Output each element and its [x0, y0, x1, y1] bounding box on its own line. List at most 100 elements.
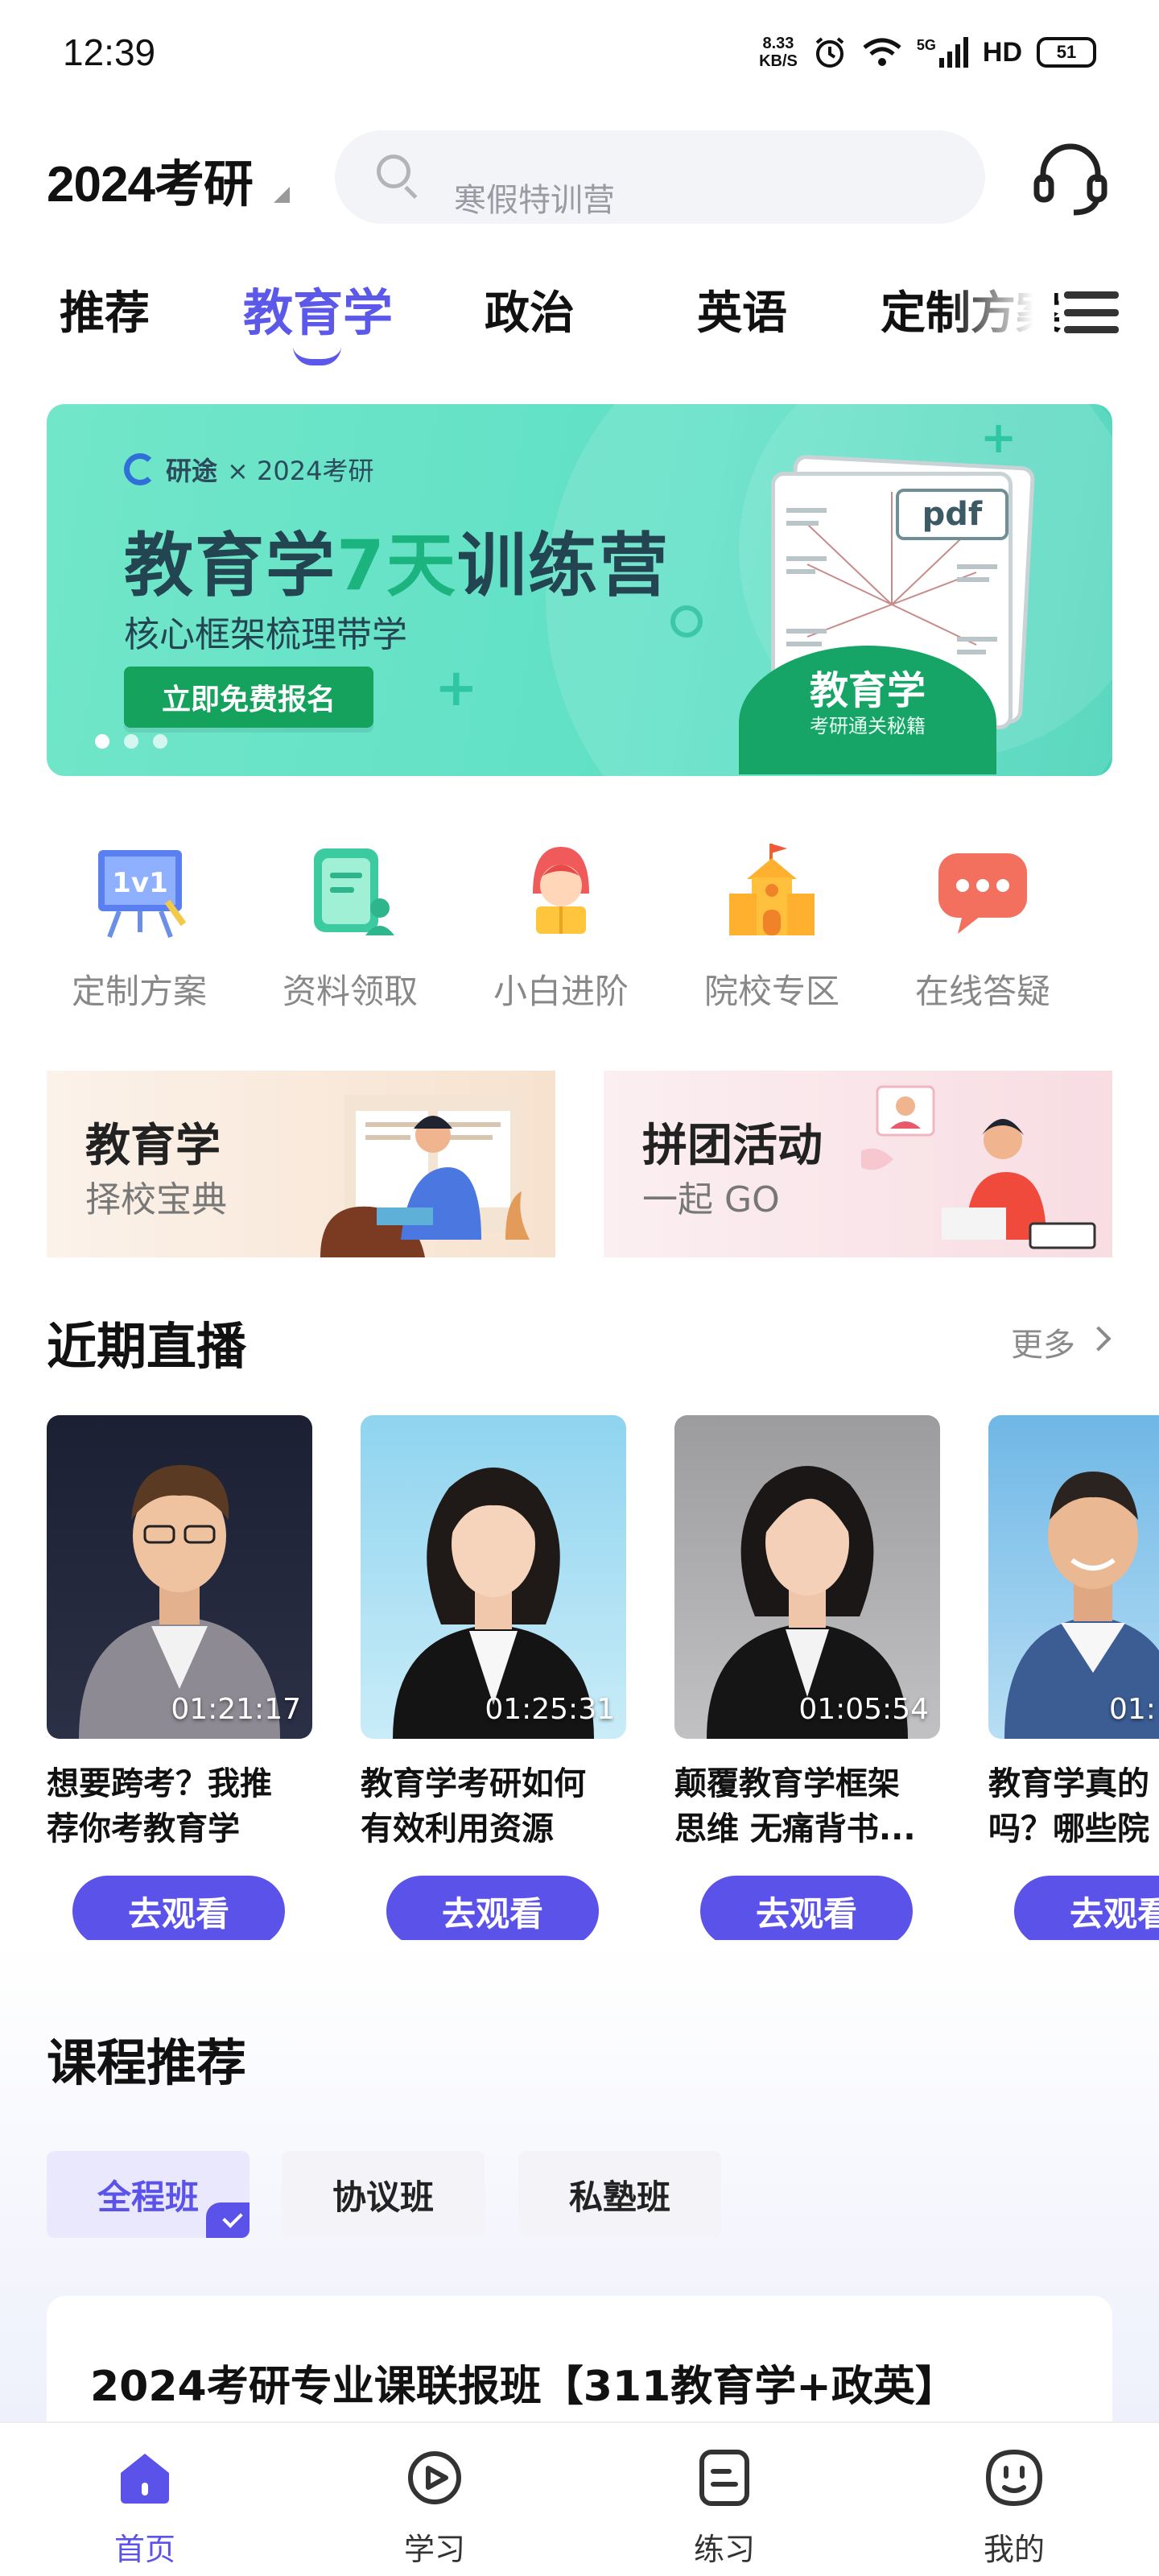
live-duration: 01:25:31	[485, 1693, 615, 1726]
status-time: 12:39	[63, 31, 156, 73]
plus-decoration-icon: +	[980, 412, 1017, 463]
signal-icon	[938, 37, 968, 68]
active-tab-indicator	[293, 346, 341, 365]
svg-text:1v1: 1v1	[112, 867, 167, 899]
tab-politics[interactable]: 政治	[485, 277, 575, 342]
live-card[interactable]: 01: 教育学真的 吗？哪些院 去观看	[988, 1415, 1159, 1963]
nav-label: 练习	[693, 2532, 755, 2567]
book-title: 教育学	[809, 668, 926, 713]
carousel-dot[interactable]	[124, 734, 138, 749]
brand-collab: × 2024考研	[227, 456, 374, 486]
promo-banner[interactable]: 研途 × 2024考研 教育学7天训练营 核心框架梳理带学 立即免费报名 + +…	[47, 404, 1112, 776]
quick-entry-schools[interactable]: 院校专区	[679, 821, 864, 1014]
exercise-doc-icon	[699, 2450, 749, 2506]
live-title-line: 教育学考研如何	[361, 1765, 586, 1802]
carousel-dot[interactable]	[95, 734, 109, 749]
banner-brand: 研途 × 2024考研	[124, 451, 373, 488]
nav-profile[interactable]: 我的	[934, 2423, 1095, 2576]
alarm-icon	[815, 37, 844, 68]
promo-card-school-guide[interactable]: 教育学 择校宝典	[47, 1071, 555, 1257]
banner-title-part2: 训练营	[456, 526, 670, 606]
network-speed-unit: KB/S	[759, 52, 798, 70]
banner-title: 教育学7天训练营	[124, 509, 670, 609]
promo-title: 教育学	[85, 1120, 221, 1172]
whiteboard-1v1-icon: 1v1	[98, 850, 187, 939]
live-title-line: 荐你考教育学	[47, 1810, 240, 1847]
quick-entry-label: 院校专区	[703, 972, 839, 1011]
reading-person-illustration-icon	[320, 1095, 530, 1257]
brand-logo-icon	[124, 453, 156, 485]
course-tab-private[interactable]: 私塾班	[518, 2151, 721, 2238]
nav-label: 我的	[983, 2532, 1045, 2567]
course-title: 2024考研专业课联报班【311教育学+政英】	[90, 2363, 957, 2411]
quick-entry-custom-plan[interactable]: 1v1 定制方案	[47, 821, 232, 1014]
search-placeholder: 寒假特训营	[454, 182, 615, 219]
live-title: 想要跨考？我推 荐你考教育学	[47, 1761, 312, 1852]
course-tab-full[interactable]: 全程班	[47, 2151, 250, 2238]
carousel-dot[interactable]	[153, 734, 167, 749]
promo-subtitle: 择校宝典	[85, 1179, 227, 1220]
tab-education[interactable]: 教育学	[243, 272, 393, 345]
battery-icon: 51	[1037, 37, 1096, 68]
live-thumbnail[interactable]: 01:25:31	[361, 1415, 626, 1739]
tabs-fade-overlay	[950, 266, 1054, 378]
tab-recommend[interactable]: 推荐	[60, 277, 150, 342]
exam-year-selector[interactable]: 2024考研	[47, 143, 254, 216]
watch-button[interactable]: 去观看	[72, 1876, 285, 1946]
live-duration: 01:	[1109, 1693, 1156, 1726]
course-tab-agreement[interactable]: 协议班	[282, 2151, 485, 2238]
course-tab-label: 协议班	[332, 2177, 434, 2217]
quick-entry-label: 小白进阶	[493, 972, 629, 1011]
search-icon	[377, 155, 422, 200]
quick-entry-qa[interactable]: 在线答疑	[890, 821, 1075, 1014]
customer-service-headset-icon[interactable]	[1029, 135, 1112, 219]
live-title-line: 吗？哪些院	[988, 1810, 1149, 1847]
banner-title-highlight: 7天	[336, 526, 457, 606]
chevron-right-icon[interactable]	[1086, 1326, 1112, 1352]
watch-button[interactable]: 去观看	[1014, 1876, 1159, 1946]
book-subtitle: 考研通关秘籍	[810, 715, 926, 737]
nav-practice[interactable]: 练习	[644, 2423, 805, 2576]
live-thumbnail[interactable]: 01:	[988, 1415, 1159, 1739]
nav-label: 学习	[403, 2532, 465, 2567]
course-tab-label: 全程班	[97, 2177, 199, 2217]
group-study-illustration-icon	[861, 1085, 1096, 1249]
play-circle-icon	[408, 2451, 461, 2504]
more-tabs-menu-icon[interactable]	[1064, 285, 1119, 340]
live-title-line: 教育学真的	[988, 1765, 1149, 1802]
network-speed-value: 8.33	[762, 35, 794, 52]
bottom-navigation: 首页 学习 练习 我的	[0, 2421, 1159, 2576]
network-type: 5G	[916, 37, 936, 53]
nav-home[interactable]: 首页	[64, 2423, 225, 2576]
quick-entry-materials[interactable]: 资料领取	[258, 821, 443, 1014]
live-more-link[interactable]: 更多	[1011, 1319, 1075, 1365]
teacher-photo-icon	[393, 1468, 594, 1739]
status-icons: 8.33 KB/S 5G HD 51	[759, 35, 1096, 70]
free-signup-button[interactable]: 立即免费报名	[124, 667, 373, 728]
app-screen: 12:39 8.33 KB/S 5G HD 51 2024考研 寒假特训营 推荐…	[0, 0, 1159, 2576]
promo-card-group-buy[interactable]: 拼团活动 一起 GO	[604, 1071, 1112, 1257]
year-dropdown-caret-icon[interactable]	[274, 187, 290, 203]
watch-button[interactable]: 去观看	[386, 1876, 599, 1946]
live-title: 颠覆教育学框架 思维 无痛背书...	[674, 1761, 940, 1852]
book-ribbon: 教育学 考研通关秘籍	[739, 646, 996, 774]
search-bar[interactable]: 寒假特训营	[335, 130, 985, 224]
banner-subtitle: 核心框架梳理带学	[124, 614, 407, 655]
quick-entry-label: 在线答疑	[914, 972, 1050, 1011]
live-thumbnail[interactable]: 01:21:17	[47, 1415, 312, 1739]
plus-decoration-icon: +	[435, 658, 478, 718]
quick-entry-beginner[interactable]: 小白进阶	[468, 821, 654, 1014]
live-thumbnail[interactable]: 01:05:54	[674, 1415, 940, 1739]
live-title: 教育学真的 吗？哪些院	[988, 1761, 1159, 1852]
live-title-line: 有效利用资源	[361, 1810, 554, 1847]
live-duration: 01:21:17	[171, 1693, 301, 1726]
live-section-title: 近期直播	[47, 1317, 247, 1376]
nav-study[interactable]: 学习	[354, 2423, 515, 2576]
tab-english[interactable]: 英语	[697, 277, 787, 342]
brand-name: 研途	[166, 456, 218, 486]
watch-button[interactable]: 去观看	[700, 1876, 913, 1946]
carousel-dots	[95, 734, 167, 749]
pdf-tag: pdf	[896, 489, 1008, 540]
live-title-line: 想要跨考？我推	[47, 1765, 272, 1802]
course-section-title: 课程推荐	[47, 2033, 247, 2092]
